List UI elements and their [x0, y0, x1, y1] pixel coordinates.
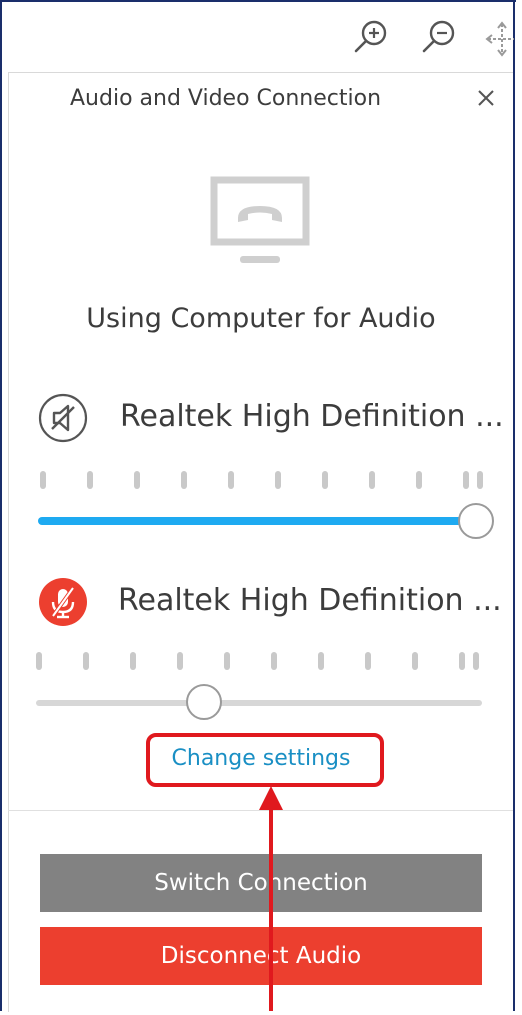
level-tick: [271, 652, 277, 670]
microphone-volume-track[interactable]: [36, 700, 482, 706]
level-tick: [177, 652, 183, 670]
close-icon[interactable]: [472, 84, 500, 112]
level-tick: [412, 652, 418, 670]
dialog-title: Audio and Video Connection: [70, 86, 382, 111]
level-tick: [224, 652, 230, 670]
level-tick: [365, 652, 371, 670]
level-tick: [130, 652, 136, 670]
speaker-level-meter: [40, 471, 483, 491]
frame-left-border: [0, 0, 2, 1011]
microphone-device-row: Realtek High Definition ...: [38, 577, 502, 627]
speaker-device-label[interactable]: Realtek High Definition ...: [120, 399, 504, 434]
level-tick: [40, 471, 46, 489]
level-tick: [36, 652, 42, 670]
level-tick: [134, 471, 140, 489]
level-tick: [83, 652, 89, 670]
speaker-muted-icon[interactable]: [38, 393, 88, 443]
level-tick: [463, 471, 469, 489]
level-tick: [477, 471, 483, 489]
annotation-arrow: [256, 780, 286, 1011]
monitor-phone-icon: [210, 176, 310, 266]
microphone-level-meter: [36, 652, 479, 672]
speaker-volume-track[interactable]: [38, 517, 478, 525]
speaker-volume-slider[interactable]: [458, 503, 494, 539]
audio-status-text: Using Computer for Audio: [86, 303, 436, 334]
level-tick: [87, 471, 93, 489]
level-tick: [369, 471, 375, 489]
frame-top-border: [0, 0, 516, 2]
microphone-volume-slider[interactable]: [186, 684, 222, 720]
level-tick: [228, 471, 234, 489]
zoom-in-icon[interactable]: [352, 18, 392, 58]
level-tick: [181, 471, 187, 489]
microphone-device-label[interactable]: Realtek High Definition ...: [118, 583, 502, 618]
level-tick: [275, 471, 281, 489]
annotation-highlight-box: [146, 733, 384, 787]
frame-right-border: [513, 0, 515, 1011]
level-tick: [473, 652, 479, 670]
level-tick: [459, 652, 465, 670]
level-tick: [322, 471, 328, 489]
microphone-muted-icon[interactable]: [38, 577, 88, 627]
move-icon[interactable]: [484, 18, 514, 58]
level-tick: [416, 471, 422, 489]
level-tick: [318, 652, 324, 670]
zoom-out-icon[interactable]: [420, 18, 460, 58]
speaker-device-row: Realtek High Definition ...: [38, 393, 504, 443]
